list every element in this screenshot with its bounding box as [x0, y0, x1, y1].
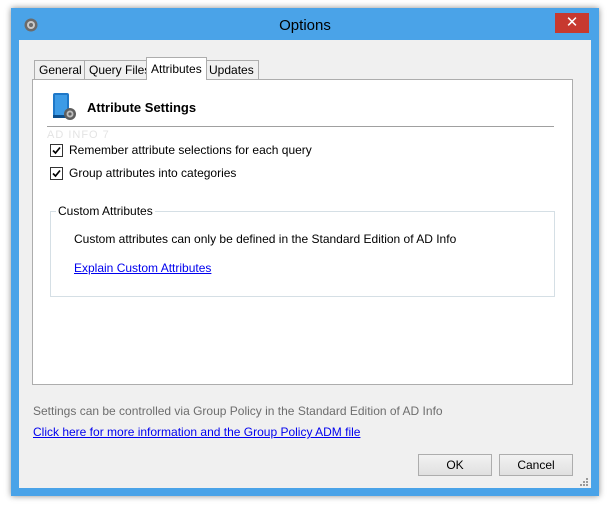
watermark-text: AD INFO 7	[47, 129, 110, 141]
resize-grip-icon[interactable]	[579, 476, 589, 486]
tab-updates[interactable]: Updates	[204, 60, 259, 80]
group-policy-note: Settings can be controlled via Group Pol…	[33, 404, 443, 418]
book-gear-icon	[51, 91, 79, 123]
close-button[interactable]: ✕	[555, 13, 589, 33]
group-categories-checkbox[interactable]	[50, 166, 63, 180]
tab-general[interactable]: General	[34, 60, 87, 80]
custom-attributes-group: Custom Attributes Custom attributes can …	[50, 204, 555, 297]
ok-button[interactable]: OK	[418, 454, 492, 476]
tab-label: Attributes	[151, 62, 202, 76]
tab-query-files[interactable]: Query Files	[84, 60, 156, 80]
tab-label: General	[39, 63, 82, 77]
tab-label: Updates	[209, 63, 254, 77]
header-divider	[47, 126, 554, 127]
window-title: Options	[279, 17, 331, 34]
cancel-button[interactable]: Cancel	[499, 454, 573, 476]
attributes-tab-panel: Attribute Settings AD INFO 7 Remember at…	[32, 79, 573, 385]
checkbox-label: Group attributes into categories	[69, 166, 237, 180]
section-title: Attribute Settings	[87, 100, 197, 115]
checkbox-label: Remember attribute selections for each q…	[69, 143, 312, 157]
tab-label: Query Files	[89, 63, 151, 77]
checkmark-icon	[52, 169, 61, 177]
close-icon: ✕	[565, 14, 579, 31]
options-window: Options ✕ General Query Files Attributes…	[11, 8, 599, 496]
group-legend: Custom Attributes	[56, 204, 155, 218]
checkmark-icon	[52, 146, 61, 154]
tab-attributes[interactable]: Attributes	[146, 57, 207, 80]
explain-custom-attributes-link[interactable]: Explain Custom Attributes	[74, 261, 211, 275]
remember-selections-row[interactable]: Remember attribute selections for each q…	[50, 142, 312, 158]
group-categories-row[interactable]: Group attributes into categories	[50, 165, 236, 181]
dialog-client: General Query Files Attributes Updates A…	[19, 40, 591, 488]
title-bar[interactable]: Options ✕	[11, 8, 599, 40]
remember-selections-checkbox[interactable]	[50, 143, 63, 157]
group-policy-link[interactable]: Click here for more information and the …	[33, 425, 360, 439]
custom-attributes-info: Custom attributes can only be defined in…	[74, 232, 457, 246]
